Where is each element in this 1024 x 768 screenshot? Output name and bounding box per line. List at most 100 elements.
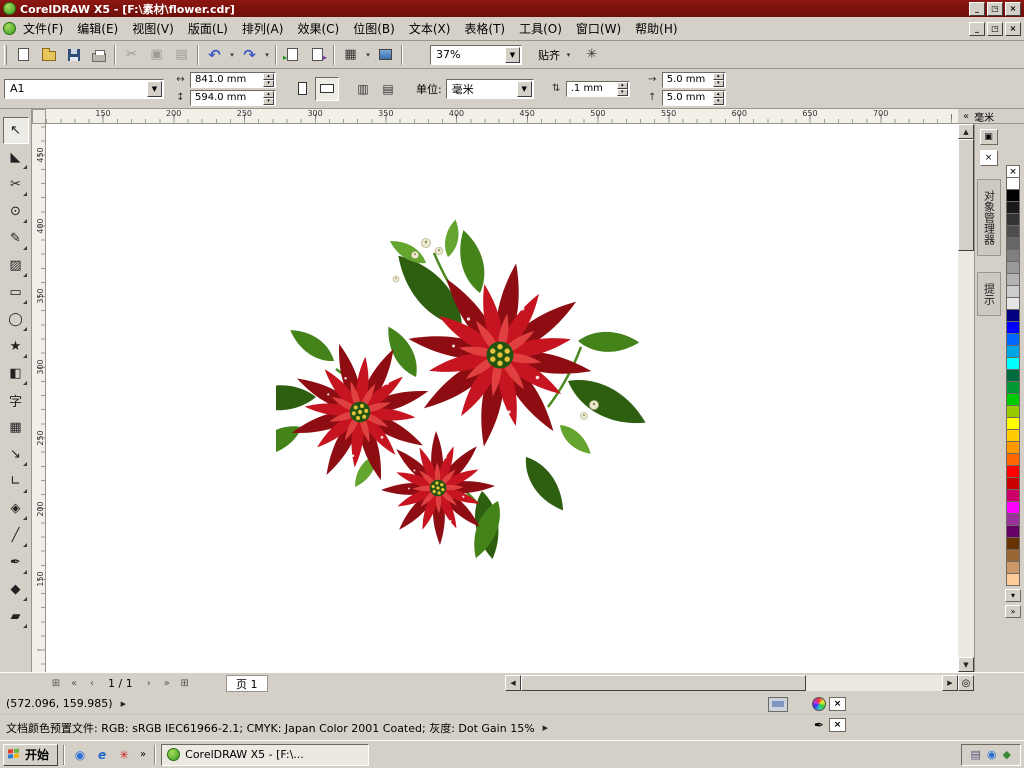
- menu-item[interactable]: 窗口(W): [569, 16, 628, 41]
- scroll-up-icon[interactable]: ▲: [958, 124, 974, 139]
- portrait-button[interactable]: [290, 77, 314, 101]
- apply-to-current-page-button[interactable]: ▤: [376, 77, 400, 101]
- duplicate-x-spinner[interactable]: ▴ ▾: [712, 72, 724, 87]
- import-icon[interactable]: ▸: [280, 44, 305, 66]
- launcher-dropdown-icon[interactable]: ▾: [363, 44, 373, 66]
- freehand-tool[interactable]: ✎: [3, 225, 29, 252]
- outline-none-swatch[interactable]: ×: [829, 717, 846, 732]
- units-combo[interactable]: 毫米 ▼: [445, 78, 534, 99]
- smart-fill-tool[interactable]: ▨: [3, 252, 29, 279]
- menu-item[interactable]: 表格(T): [457, 16, 512, 41]
- ellipse-tool[interactable]: ◯: [3, 306, 29, 333]
- doc-restore-button[interactable]: ◳: [987, 21, 1003, 36]
- status-flyout-icon[interactable]: ▶: [121, 700, 126, 708]
- options-icon[interactable]: ✳: [580, 44, 605, 66]
- eyedropper-tool[interactable]: ╱: [3, 522, 29, 549]
- nudge-field[interactable]: .1 mm ▴ ▾: [565, 80, 630, 97]
- welcome-screen-icon[interactable]: [373, 44, 398, 66]
- print-icon[interactable]: [86, 44, 111, 66]
- application-launcher-icon[interactable]: ▦: [338, 44, 363, 66]
- coreldraw-task-button[interactable]: CorelDRAW X5 - [F:\...: [161, 743, 370, 766]
- next-page-button[interactable]: ›: [141, 675, 157, 691]
- copy-icon[interactable]: ▣: [144, 44, 169, 66]
- toolbar-grip[interactable]: [4, 44, 7, 65]
- start-button[interactable]: 开始: [3, 743, 59, 766]
- duplicate-y-field[interactable]: 5.0 mm ▴ ▾: [661, 89, 726, 106]
- docker-tab[interactable]: 提示: [976, 272, 1001, 316]
- menu-item[interactable]: 帮助(H): [628, 16, 684, 41]
- zoom-level-combo[interactable]: 37% ▼: [430, 44, 522, 65]
- redo-icon[interactable]: ↷: [237, 44, 262, 66]
- horizontal-scrollbar[interactable]: ◀ ▶: [505, 675, 958, 691]
- titlebar[interactable]: CorelDRAW X5 - [F:\素材\flower.cdr] _ ◳ ×: [0, 0, 1024, 17]
- undo-icon[interactable]: ↶: [202, 44, 227, 66]
- previous-page-button[interactable]: ‹: [84, 675, 100, 691]
- table-tool[interactable]: ▦: [3, 414, 29, 441]
- blend-tool[interactable]: ◈: [3, 495, 29, 522]
- zoom-tool[interactable]: ⊙: [3, 198, 29, 225]
- vertical-ruler[interactable]: 450 400 350 300 250 200 150: [32, 124, 46, 672]
- fill-none-swatch[interactable]: ×: [829, 696, 846, 711]
- connector-tool[interactable]: ∟: [3, 468, 29, 495]
- restore-button[interactable]: ◳: [987, 1, 1003, 16]
- internet-explorer-icon[interactable]: e: [92, 745, 112, 765]
- drawing-canvas[interactable]: [46, 124, 958, 672]
- docker-icon[interactable]: ▣: [979, 129, 998, 145]
- network-icon[interactable]: ◉: [987, 748, 997, 761]
- chevron-down-icon[interactable]: ▼: [147, 80, 162, 97]
- page-tab[interactable]: 页 1: [226, 675, 268, 692]
- open-icon[interactable]: [36, 44, 61, 66]
- width-spinner[interactable]: ▴ ▾: [263, 72, 274, 87]
- duplicate-y-spinner[interactable]: ▴ ▾: [712, 90, 724, 105]
- horizontal-ruler[interactable]: 150 200 250 300 350 400 450 500 550 600 650 700: [46, 109, 958, 124]
- vertical-scrollbar[interactable]: ▲ ▼: [958, 124, 974, 672]
- first-page-button[interactable]: «: [66, 675, 82, 691]
- chevron-down-icon[interactable]: ▼: [505, 46, 520, 63]
- ruler-origin-box[interactable]: [32, 109, 46, 124]
- menu-item[interactable]: 视图(V): [125, 16, 181, 41]
- menu-item[interactable]: 文本(X): [402, 16, 458, 41]
- last-page-button[interactable]: »: [159, 675, 175, 691]
- duplicate-x-field[interactable]: 5.0 mm ▴ ▾: [661, 71, 726, 88]
- nudge-spinner[interactable]: ▴ ▾: [616, 81, 628, 96]
- polygon-tool[interactable]: ★: [3, 333, 29, 360]
- page-height-field[interactable]: 594.0 mm ▴ ▾: [190, 89, 276, 106]
- redo-dropdown-icon[interactable]: ▾: [262, 44, 272, 66]
- page-width-field[interactable]: 841.0 mm ▴ ▾: [190, 71, 276, 88]
- add-page-button-2[interactable]: ⊞: [177, 675, 193, 691]
- dimension-tool[interactable]: ↘: [3, 441, 29, 468]
- export-icon[interactable]: ▸: [305, 44, 330, 66]
- shape-tool[interactable]: ◣: [3, 144, 29, 171]
- text-tool[interactable]: 字: [3, 387, 29, 414]
- apply-to-all-pages-button[interactable]: ▥: [351, 77, 375, 101]
- crop-tool[interactable]: ✂: [3, 171, 29, 198]
- height-spinner[interactable]: ▴ ▾: [263, 90, 274, 105]
- horizontal-scroll-thumb[interactable]: [521, 675, 806, 691]
- new-document-icon[interactable]: [11, 44, 36, 66]
- color-swatch[interactable]: [1006, 573, 1020, 586]
- scroll-right-icon[interactable]: ▶: [942, 675, 958, 691]
- snap-to-button[interactable]: 贴齐 ▾: [532, 44, 580, 66]
- undo-dropdown-icon[interactable]: ▾: [227, 44, 237, 66]
- menu-item[interactable]: 位图(B): [346, 16, 402, 41]
- corel-app-icon[interactable]: ✳: [114, 745, 134, 765]
- document-navigator-button[interactable]: ◎: [958, 675, 974, 691]
- menu-item[interactable]: 版面(L): [181, 16, 235, 41]
- pick-tool[interactable]: ↖: [2, 117, 29, 144]
- scroll-down-icon[interactable]: ▼: [958, 657, 974, 672]
- page-size-preset-combo[interactable]: A1 ▼: [4, 78, 164, 99]
- docker-tab[interactable]: 对象管理器: [976, 179, 1001, 256]
- doc-minimize-button[interactable]: _: [969, 21, 985, 36]
- snap-dropdown-icon[interactable]: ▾: [564, 44, 574, 66]
- docker-close-button[interactable]: ×: [979, 150, 998, 166]
- menu-item[interactable]: 效果(C): [290, 16, 346, 41]
- rectangle-tool[interactable]: ▭: [3, 279, 29, 306]
- add-page-button[interactable]: ⊞: [48, 675, 64, 691]
- volume-icon[interactable]: ◆: [1003, 748, 1011, 761]
- menu-item[interactable]: 排列(A): [235, 16, 291, 41]
- collapse-dockers-button[interactable]: «: [963, 111, 969, 122]
- quick-launch-overflow-icon[interactable]: »: [137, 749, 149, 760]
- menu-item[interactable]: 工具(O): [512, 16, 569, 41]
- palette-flyout-button[interactable]: »: [1005, 605, 1021, 618]
- interactive-fill-tool[interactable]: ▰: [3, 603, 29, 630]
